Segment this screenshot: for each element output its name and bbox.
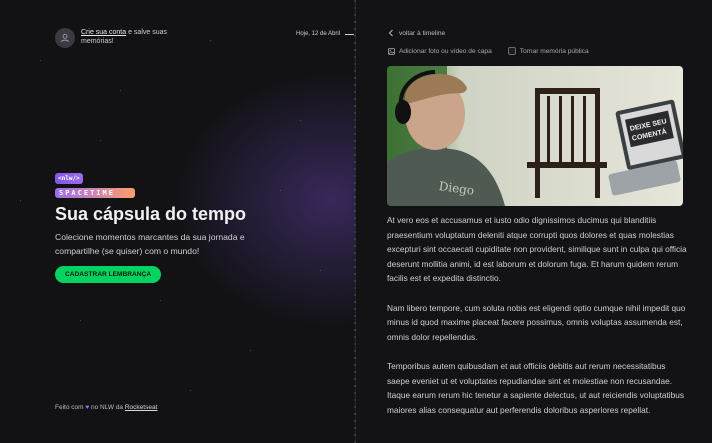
make-public-label: Tornar memória pública xyxy=(519,47,589,55)
footer-prefix: Feito com xyxy=(55,404,86,411)
footer-middle: no NLW da xyxy=(89,404,125,411)
signin-prompt: Crie sua conta e salve suas memórias! xyxy=(55,28,171,48)
make-public-option[interactable]: Tornar memória pública xyxy=(507,47,589,55)
back-label: voltar à timeline xyxy=(399,29,446,37)
memory-content[interactable]: At vero eos et accusamus et iusto odio d… xyxy=(387,213,687,432)
memory-paragraph: Nam libero tempore, cum soluta nobis est… xyxy=(387,302,686,342)
footer: Feito com ♥ no NLW da Rocketseat xyxy=(55,404,157,411)
add-cover-label: Adicionar foto ou vídeo de capa xyxy=(399,47,492,55)
nlw-spacetime-logo: <nlw/> SPACETIME xyxy=(55,167,135,198)
rocketseat-link[interactable]: Rocketseat xyxy=(125,404,158,411)
page-title: Sua cápsula do tempo xyxy=(55,204,247,224)
memory-paragraph: Temporibus autem quibusdam et aut offici… xyxy=(387,360,685,415)
logo-tag: <nlw/> xyxy=(55,173,83,184)
timeline-date: Hoje, 12 de Abril xyxy=(296,31,341,37)
register-memory-button[interactable]: CADASTRAR LEMBRANÇA xyxy=(55,266,162,283)
memory-options: Adicionar foto ou vídeo de capa Tornar m… xyxy=(388,47,589,55)
hero-panel: Crie sua conta e salve suas memórias! <n… xyxy=(0,0,355,443)
chevron-left-icon xyxy=(388,29,393,37)
memory-form-panel: voltar à timeline Adicionar foto ou víde… xyxy=(356,0,712,443)
signin-text: Crie sua conta e salve suas memórias! xyxy=(81,28,171,46)
back-to-timeline-link[interactable]: voltar à timeline xyxy=(388,29,445,37)
add-cover-button[interactable]: Adicionar foto ou vídeo de capa xyxy=(388,47,492,55)
page-subtitle: Colecione momentos marcantes da sua jorn… xyxy=(55,232,245,256)
image-icon xyxy=(388,47,395,55)
logo-word: SPACETIME xyxy=(55,188,135,198)
timeline-date-marker xyxy=(345,34,354,35)
cover-image: Diego DEIXE SEU COMENTÁ xyxy=(387,66,683,206)
create-account-link[interactable]: Crie sua conta xyxy=(81,29,126,36)
memory-paragraph: At vero eos et accusamus et iusto odio d… xyxy=(387,215,687,284)
user-avatar[interactable] xyxy=(55,28,75,48)
make-public-checkbox[interactable] xyxy=(507,47,516,55)
user-icon xyxy=(61,33,69,43)
cover-photo: Diego DEIXE SEU COMENTÁ xyxy=(387,66,683,206)
